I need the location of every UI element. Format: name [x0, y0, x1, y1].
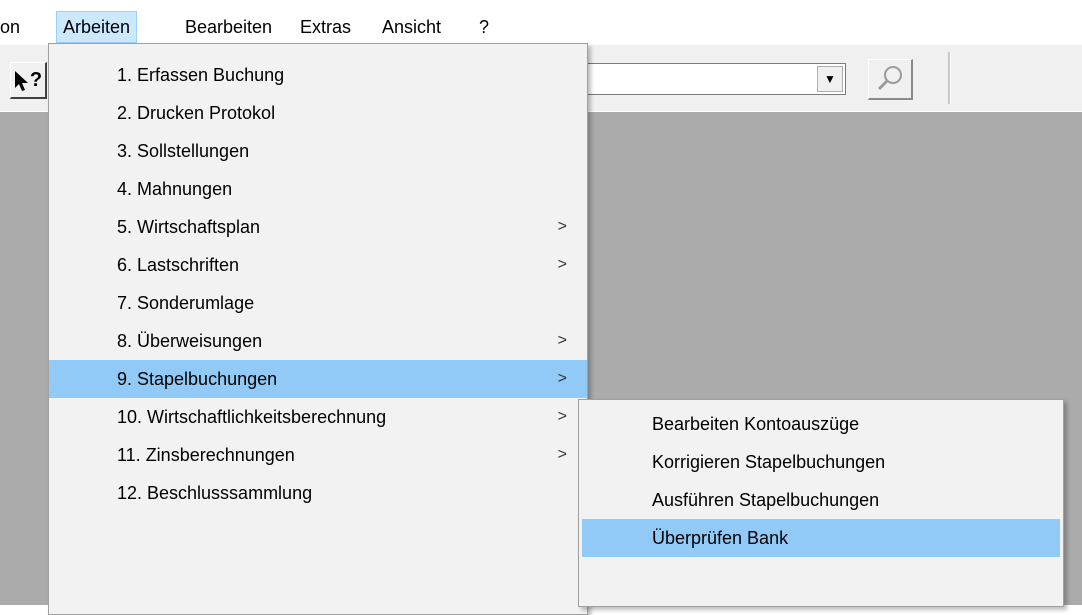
search-combobox[interactable]: ▼ — [586, 63, 846, 95]
submenu-item-korrigieren-stapelbuchungen[interactable]: Korrigieren Stapelbuchungen — [582, 443, 1060, 481]
menu-item-label: 11. Zinsberechnungen — [117, 445, 295, 465]
menu-bar: on Arbeiten Bearbeiten Extras Ansicht ? — [0, 0, 1082, 44]
menu-bearbeiten[interactable]: Bearbeiten — [179, 12, 278, 42]
arbeiten-menu-list: 1. Erfassen Buchung 2. Drucken Protokol 3.… — [49, 44, 587, 512]
submenu-item-label: Korrigieren Stapelbuchungen — [652, 452, 886, 472]
menu-item-7-sonderumlage[interactable]: 7. Sonderumlage — [49, 284, 587, 322]
submenu-item-label: Ausführen Stapelbuchungen — [652, 490, 880, 510]
toolbar-separator — [948, 52, 951, 104]
help-glyph: ? — [29, 69, 43, 91]
menu-item-11-zinsberechnungen[interactable]: 11. Zinsberechnungen > — [49, 436, 587, 474]
menu-ansicht[interactable]: Ansicht — [376, 12, 447, 42]
submenu-item-label: Bearbeiten Kontoauszüge — [652, 414, 860, 434]
menu-item-5-wirtschaftsplan[interactable]: 5. Wirtschaftsplan > — [49, 208, 587, 246]
submenu-arrow-icon: > — [557, 408, 567, 425]
menu-help[interactable]: ? — [473, 12, 495, 42]
menu-item-6-lastschriften[interactable]: 6. Lastschriften > — [49, 246, 587, 284]
menu-item-label: 3. Sollstellungen — [117, 141, 250, 161]
stapelbuchungen-submenu-list: Bearbeiten Kontoauszüge Korrigieren Stape… — [579, 400, 1063, 557]
menu-file[interactable]: on — [0, 12, 26, 42]
menu-item-label: 12. Beschlusssammlung — [117, 483, 313, 503]
search-button[interactable] — [868, 59, 913, 100]
menu-item-label: 1. Erfassen Buchung — [117, 65, 285, 85]
menu-item-label: 8. Überweisungen — [117, 331, 263, 351]
menu-item-10-wirtschaftlichkeitsberechnung[interactable]: 10. Wirtschaftlichkeitsberechnung > — [49, 398, 587, 436]
submenu-arrow-icon: > — [557, 256, 567, 273]
submenu-item-uberprufen-bank[interactable]: Überprüfen Bank — [582, 519, 1060, 557]
menu-item-label: 9. Stapelbuchungen — [117, 369, 278, 389]
submenu-arrow-icon: > — [557, 332, 567, 349]
context-help-button[interactable]: ? — [10, 62, 47, 99]
menu-item-12-beschlusssammlung[interactable]: 12. Beschlusssammlung — [49, 474, 587, 512]
menu-item-4-mahnungen[interactable]: 4. Mahnungen — [49, 170, 587, 208]
menu-item-1-erfassen-buchung[interactable]: 1. Erfassen Buchung — [49, 56, 587, 94]
menu-extras[interactable]: Extras — [294, 12, 357, 42]
menu-item-2-drucken-protokol[interactable]: 2. Drucken Protokol — [49, 94, 587, 132]
submenu-item-ausfuhren-stapelbuchungen[interactable]: Ausführen Stapelbuchungen — [582, 481, 1060, 519]
help-pointer-icon: ? — [14, 63, 42, 97]
submenu-arrow-icon: > — [557, 370, 567, 387]
submenu-item-bearbeiten-kontoauszuge[interactable]: Bearbeiten Kontoauszüge — [582, 405, 1060, 443]
menu-arbeiten[interactable]: Arbeiten — [56, 11, 138, 43]
menu-item-label: 7. Sonderumlage — [117, 293, 255, 313]
menu-item-label: 6. Lastschriften — [117, 255, 240, 275]
dropdown-arrow-icon[interactable]: ▼ — [817, 66, 843, 92]
menu-item-label: 5. Wirtschaftsplan — [117, 217, 261, 237]
menu-item-8-uberweisungen[interactable]: 8. Überweisungen > — [49, 322, 587, 360]
magnifier-icon — [869, 66, 911, 102]
arbeiten-dropdown-menu: 1. Erfassen Buchung 2. Drucken Protokol 3.… — [48, 43, 588, 615]
menu-item-9-stapelbuchungen[interactable]: 9. Stapelbuchungen > — [49, 360, 587, 398]
stapelbuchungen-submenu: Bearbeiten Kontoauszüge Korrigieren Stape… — [578, 399, 1064, 607]
submenu-arrow-icon: > — [557, 446, 567, 463]
menu-item-label: 10. Wirtschaftlichkeitsberechnung — [117, 407, 387, 427]
submenu-item-label: Überprüfen Bank — [652, 528, 789, 548]
menu-item-label: 4. Mahnungen — [117, 179, 233, 199]
menu-item-label: 2. Drucken Protokol — [117, 103, 276, 123]
menu-item-3-sollstellungen[interactable]: 3. Sollstellungen — [49, 132, 587, 170]
submenu-arrow-icon: > — [557, 218, 567, 235]
